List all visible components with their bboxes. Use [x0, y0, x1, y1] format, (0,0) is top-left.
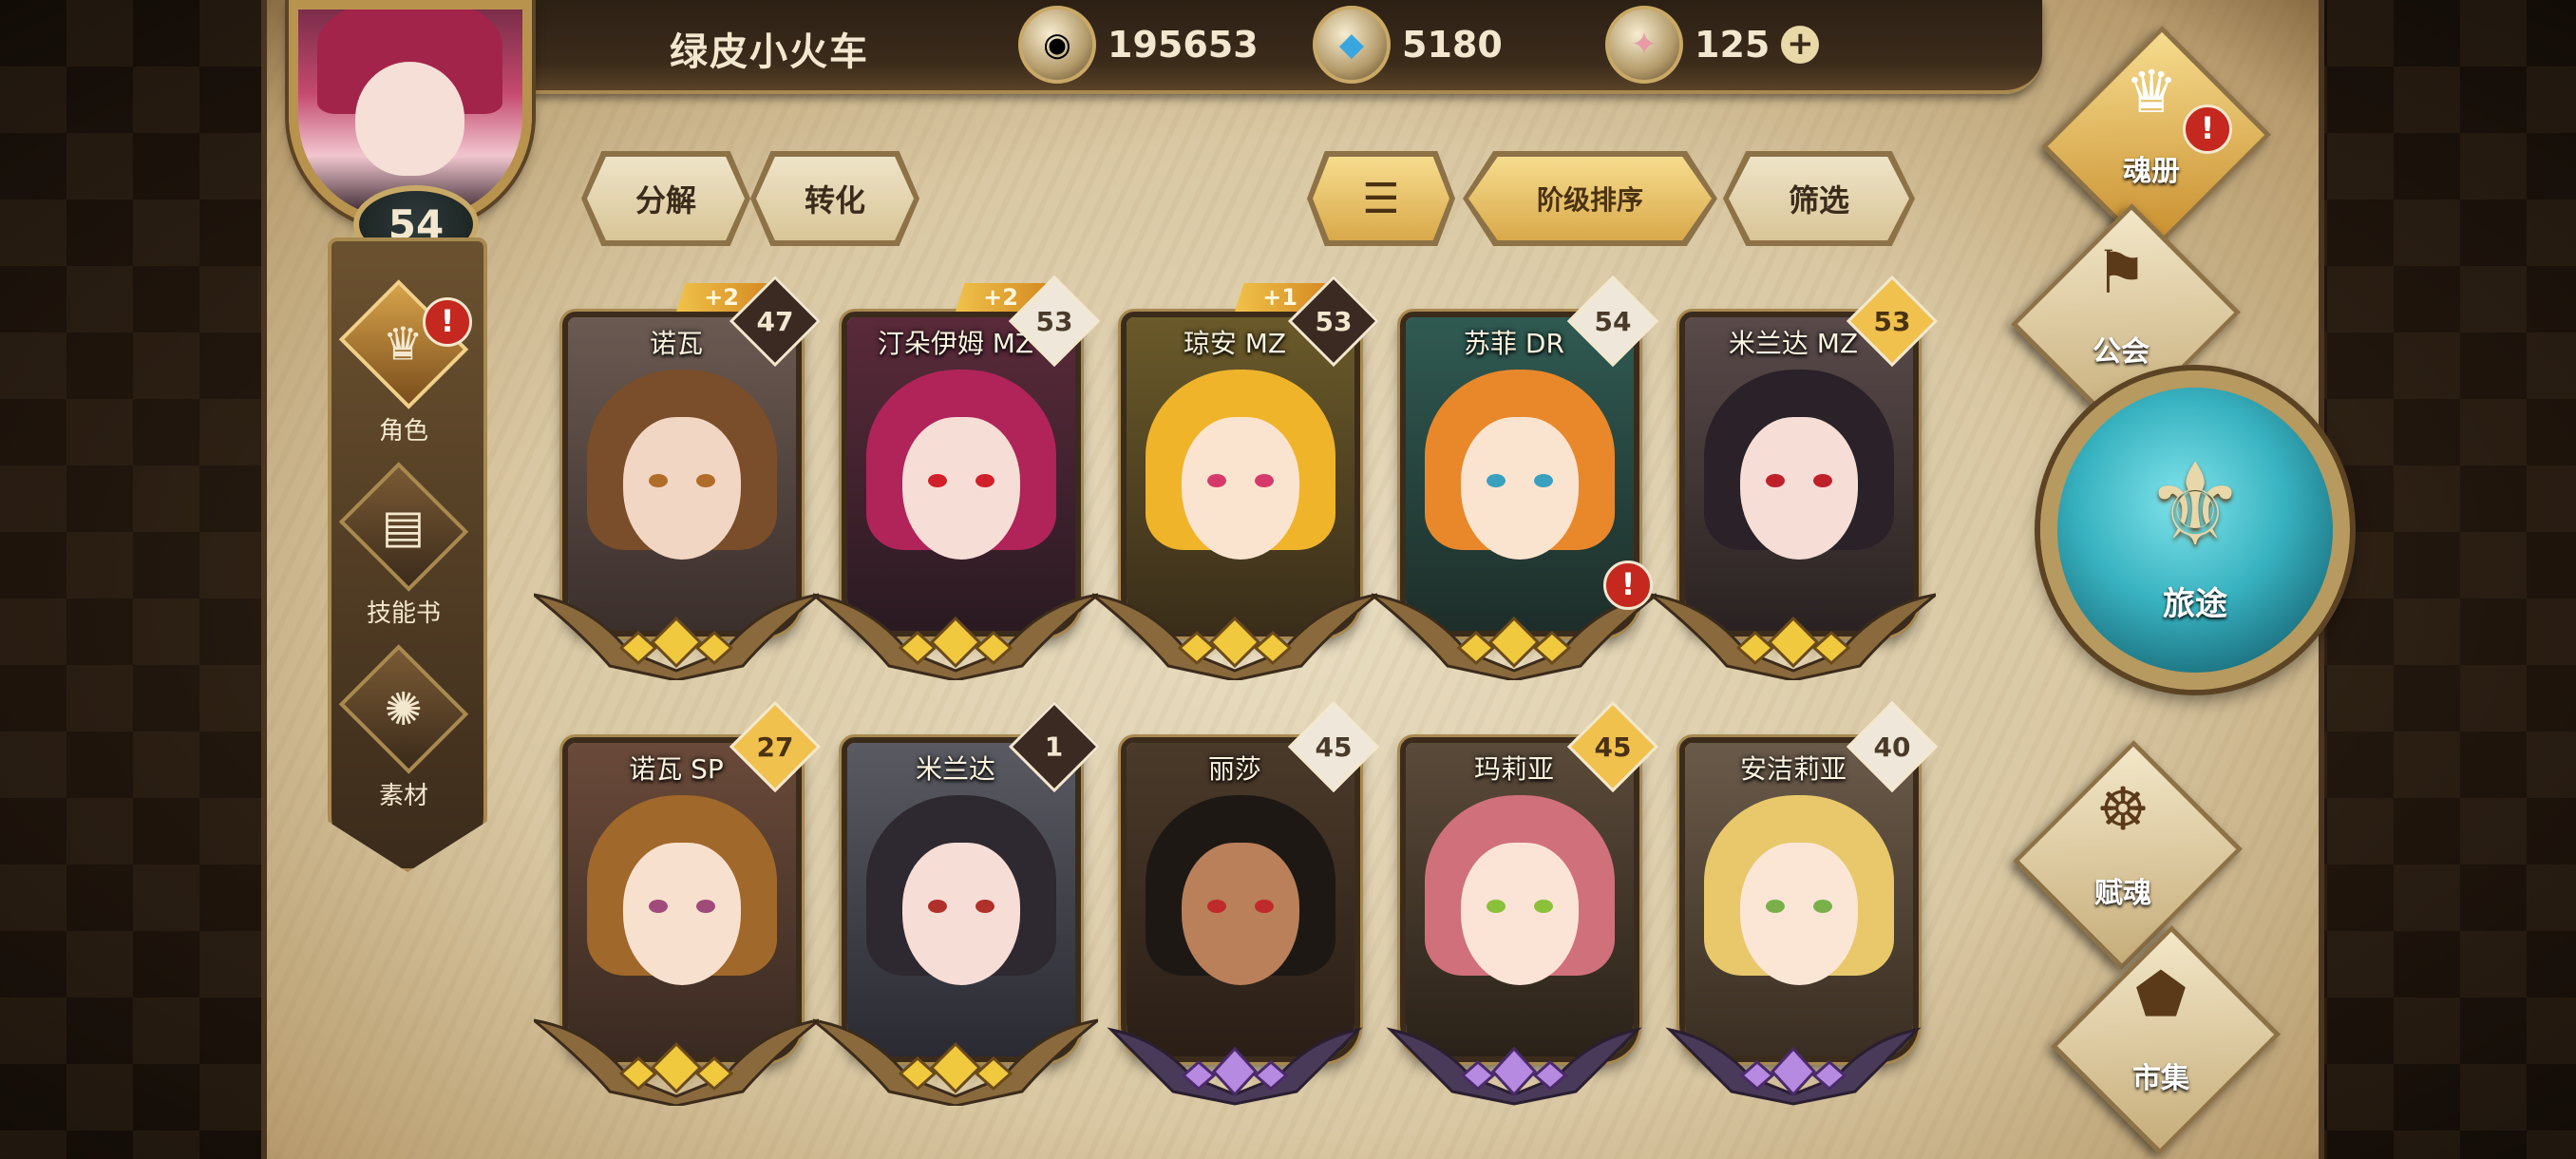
player-avatar[interactable]: 54 — [268, 0, 553, 263]
journey-button[interactable]: ⚜ 旅途 — [2040, 370, 2350, 690]
card-alert-badge: ! — [1603, 560, 1653, 610]
character-card-angelia[interactable]: 安洁莉亚 40 — [1665, 700, 1939, 1108]
crystal-value: 5180 — [1402, 24, 1503, 66]
currency-crystal: ◆ 5180 — [1313, 6, 1503, 84]
market-label: 市集 — [2132, 1062, 2189, 1095]
gold-rarity-wings-icon — [1651, 593, 1936, 680]
character-card-lisa[interactable]: 丽莎 45 — [1107, 700, 1380, 1108]
gold-rarity-wings-icon — [813, 1018, 1098, 1106]
character-card-nova-sp[interactable]: 诺瓦 SP 27 — [534, 700, 822, 1108]
convert-button[interactable]: 转化 — [756, 157, 914, 240]
character-card-maria[interactable]: 玛莉亚 45 — [1386, 700, 1659, 1108]
sidebar-label: 技能书 — [366, 599, 441, 628]
journey-emblem-icon: ⚜ — [2144, 440, 2246, 572]
gold-value: 195653 — [1108, 24, 1259, 66]
purple-rarity-wings-icon — [1107, 1027, 1363, 1106]
character-card-nova[interactable]: +2 诺瓦 47 — [534, 275, 822, 682]
gold-rarity-wings-icon — [1092, 593, 1377, 680]
purple-rarity-wings-icon — [1386, 1027, 1642, 1106]
sort-list-icon: ☰ — [1362, 174, 1400, 223]
gold-coin-icon: ◉ — [1018, 6, 1096, 84]
currency-gold: ◉ 195653 — [1018, 6, 1259, 84]
add-gem-button[interactable]: + — [1781, 26, 1820, 64]
soul-book-alert-badge: ! — [2183, 104, 2232, 154]
filter-button[interactable]: 筛选 — [1729, 157, 1909, 240]
sort-order-button[interactable]: ☰ — [1313, 157, 1449, 240]
character-card-sophie-dr[interactable]: 苏菲 DR 54 ! — [1372, 275, 1659, 682]
gold-rarity-wings-icon — [534, 593, 819, 680]
journey-label: 旅途 — [2163, 585, 2227, 623]
gold-rarity-wings-icon — [813, 593, 1098, 680]
material-icon: ✺ — [338, 644, 469, 774]
purple-rarity-wings-icon — [1665, 1027, 1922, 1106]
gem-value: 125 — [1695, 24, 1771, 66]
character-card-miranda[interactable]: 米兰达 1 — [813, 700, 1101, 1108]
rainbow-gem-icon: ✦ — [1605, 6, 1683, 84]
character-alert-badge: ! — [423, 297, 472, 347]
currency-gem: ✦ 125 + — [1605, 6, 1820, 84]
empower-label: 赋魂 — [2094, 877, 2151, 910]
gold-rarity-wings-icon — [534, 1018, 819, 1106]
blue-crystal-icon: ◆ — [1313, 6, 1391, 84]
guild-label: 公会 — [2093, 335, 2150, 369]
sidebar-item-material[interactable]: ✺ 素材 — [334, 644, 473, 811]
market-gem-icon: ⬟ — [2135, 960, 2187, 1029]
sidebar-item-skill-book[interactable]: ▤ 技能书 — [334, 462, 473, 629]
character-card-joan-mz[interactable]: +1 琼安 MZ 53 — [1092, 275, 1380, 682]
character-card-tindoim-mz[interactable]: +2 汀朵伊姆 MZ 53 — [813, 275, 1101, 682]
sidebar-label: 素材 — [378, 782, 428, 810]
character-card-miranda-mz[interactable]: 米兰达 MZ 53 — [1651, 275, 1939, 682]
soul-flame-icon: ☸ — [2096, 774, 2150, 844]
skill-book-icon: ▤ — [338, 462, 469, 592]
decompose-button[interactable]: 分解 — [587, 157, 745, 240]
rank-sort-button[interactable]: 阶级排序 — [1468, 157, 1712, 240]
guild-flag-icon: ⚑ — [2094, 238, 2148, 307]
sidebar-label: 角色 — [378, 417, 428, 446]
player-name: 绿皮小火车 — [670, 30, 869, 74]
